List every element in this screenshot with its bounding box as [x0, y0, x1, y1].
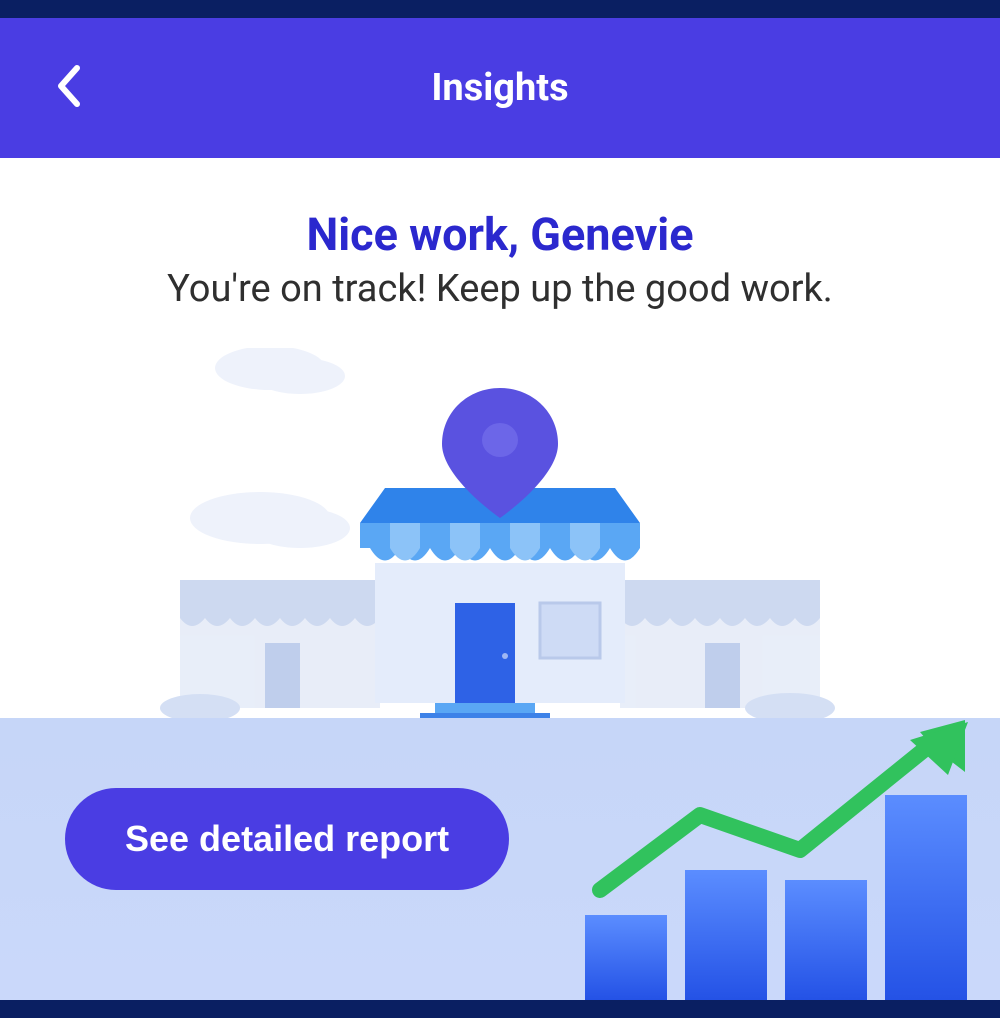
app-header: Insights [0, 18, 1000, 158]
greeting-subtitle: You're on track! Keep up the good work. [0, 267, 1000, 311]
main-content: Nice work, Genevie You're on track! Keep… [0, 158, 1000, 718]
back-button[interactable] [55, 64, 83, 112]
trend-bar-chart [570, 720, 980, 1000]
greeting-heading: Nice work, Genevie [0, 208, 1000, 261]
footer-panel: See detailed report [0, 718, 1000, 1000]
see-report-button[interactable]: See detailed report [65, 788, 509, 890]
storefront-illustration [100, 348, 900, 718]
page-title: Insights [431, 66, 568, 110]
chevron-left-icon [55, 64, 83, 108]
